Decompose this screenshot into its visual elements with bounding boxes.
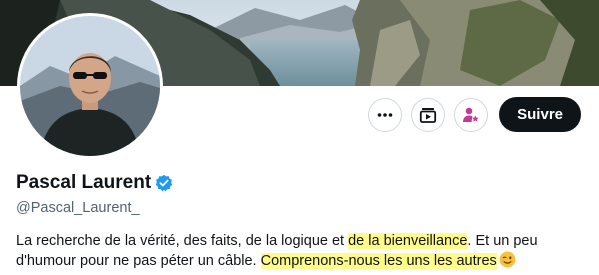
notify-button[interactable] (454, 97, 489, 132)
profile-handle: @Pascal_Laurent_ (16, 200, 140, 216)
profile-actions: Suivre (368, 97, 581, 132)
verified-badge-icon[interactable] (155, 174, 173, 192)
follow-button[interactable]: Suivre (499, 97, 581, 132)
display-name: Pascal Laurent (16, 172, 152, 193)
profile-bio: La recherche de la vérité, des faits, de… (16, 231, 586, 271)
subscription-icon (419, 106, 437, 124)
bio-highlight-1: de la bienveillance (348, 233, 468, 249)
bio-highlight-2: Comprenons-nous les uns les autres (260, 253, 497, 269)
more-button[interactable] (368, 97, 403, 132)
profile-avatar[interactable] (17, 13, 163, 159)
more-horizontal-icon (376, 106, 394, 124)
winking-face-emoji-icon (499, 251, 516, 268)
profile-star-icon (462, 106, 480, 124)
subscribe-button[interactable] (411, 97, 446, 132)
bio-text-1: La recherche de la vérité, des faits, de… (16, 233, 349, 249)
profile-name-row: Pascal Laurent (16, 172, 173, 194)
